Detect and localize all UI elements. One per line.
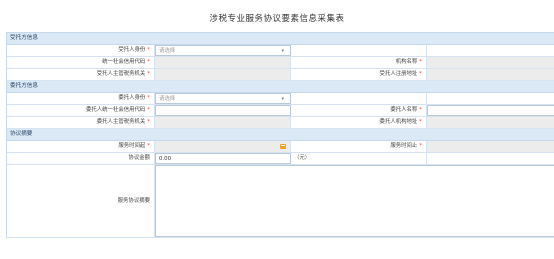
form-row-summary: 服务协议摘要 xyxy=(7,165,554,238)
client-org-address-label: 委托人机构地址 * xyxy=(291,117,427,128)
service-end-date-input[interactable] xyxy=(427,141,554,152)
empty-cell xyxy=(427,45,554,56)
client-org-address-field xyxy=(427,117,554,128)
section-client: 委托方信息 xyxy=(7,81,554,93)
empty-cell xyxy=(427,153,554,164)
required-mark: * xyxy=(147,71,150,77)
summary-label: 服务协议摘要 xyxy=(7,165,155,237)
form-row: 受托人主管税务机关 * 受托人注册地址 * xyxy=(7,69,554,81)
required-mark: * xyxy=(147,47,150,53)
trustee-id-type-label: 受托人身份 * xyxy=(7,45,155,56)
trustee-id-type-select[interactable]: 请选择 ▾ xyxy=(155,45,291,56)
page-title: 涉税专业服务协议要素信息采集表 xyxy=(209,14,345,24)
empty-cell xyxy=(291,93,427,104)
form-row: 统一社会信用代码 * 机构名称 * xyxy=(7,57,554,69)
required-mark: * xyxy=(419,107,422,113)
trustee-tax-office-field xyxy=(155,69,291,80)
trustee-tax-office-label: 受托人主管税务机关 * xyxy=(7,69,155,80)
trustee-reg-address-field xyxy=(427,69,554,80)
required-mark: * xyxy=(147,107,150,113)
trustee-org-name-label: 机构名称 * xyxy=(291,57,427,68)
form-row: 委托人统一社会信用代码 * 委托人名称 * xyxy=(7,105,554,117)
required-mark: * xyxy=(419,59,422,65)
amount-unit: （元） xyxy=(291,153,427,164)
required-mark: * xyxy=(147,119,150,125)
select-placeholder: 请选择 xyxy=(159,48,176,54)
service-start-date-input[interactable] xyxy=(155,141,291,152)
client-credit-code-input[interactable] xyxy=(155,105,291,116)
section-trustee: 受托方信息 xyxy=(7,33,554,45)
required-mark: * xyxy=(147,143,150,149)
client-id-type-select[interactable]: 请选择 ▾ xyxy=(155,93,291,104)
required-mark: * xyxy=(419,143,422,149)
required-mark: * xyxy=(419,71,422,77)
select-placeholder: 请选择 xyxy=(159,96,176,102)
service-end-label: 服务时间止 * xyxy=(291,141,427,152)
client-id-type-label: 委托人身份 * xyxy=(7,93,155,104)
trustee-credit-code-label: 统一社会信用代码 * xyxy=(7,57,155,68)
client-name-input[interactable] xyxy=(427,105,554,116)
required-mark: * xyxy=(147,95,150,101)
client-tax-office-field xyxy=(155,117,291,128)
form-row: 协议金额 0.00 （元） xyxy=(7,153,554,165)
form-row: 服务时间起 * 服务时间止 * xyxy=(7,141,554,153)
form-row: 委托人主管税务机关 * 委托人机构地址 * xyxy=(7,117,554,129)
amount-input[interactable]: 0.00 xyxy=(155,153,291,164)
chevron-down-icon: ▾ xyxy=(281,96,284,102)
trustee-org-name-field xyxy=(427,57,554,68)
required-mark: * xyxy=(147,59,150,65)
client-credit-code-label: 委托人统一社会信用代码 * xyxy=(7,105,155,116)
empty-cell xyxy=(427,93,554,104)
section-agreement: 协议摘要 xyxy=(7,129,554,141)
calendar-icon[interactable] xyxy=(280,144,286,149)
client-tax-office-label: 委托人主管税务机关 * xyxy=(7,117,155,128)
form-row: 受托人身份 * 请选择 ▾ xyxy=(7,45,554,57)
trustee-credit-code-field xyxy=(155,57,291,68)
service-start-label: 服务时间起 * xyxy=(7,141,155,152)
client-name-label: 委托人名称 * xyxy=(291,105,427,116)
required-mark: * xyxy=(419,119,422,125)
chevron-down-icon: ▾ xyxy=(281,48,284,54)
info-form: 受托方信息 受托人身份 * 请选择 ▾ 统一社会信用代码 * 机构名称 * 受托人主管税… xyxy=(6,32,554,238)
trustee-reg-address-label: 受托人注册地址 * xyxy=(291,69,427,80)
empty-cell xyxy=(291,45,427,56)
form-row: 委托人身份 * 请选择 ▾ xyxy=(7,93,554,105)
summary-textarea[interactable] xyxy=(155,165,554,237)
amount-label: 协议金额 xyxy=(7,153,155,164)
